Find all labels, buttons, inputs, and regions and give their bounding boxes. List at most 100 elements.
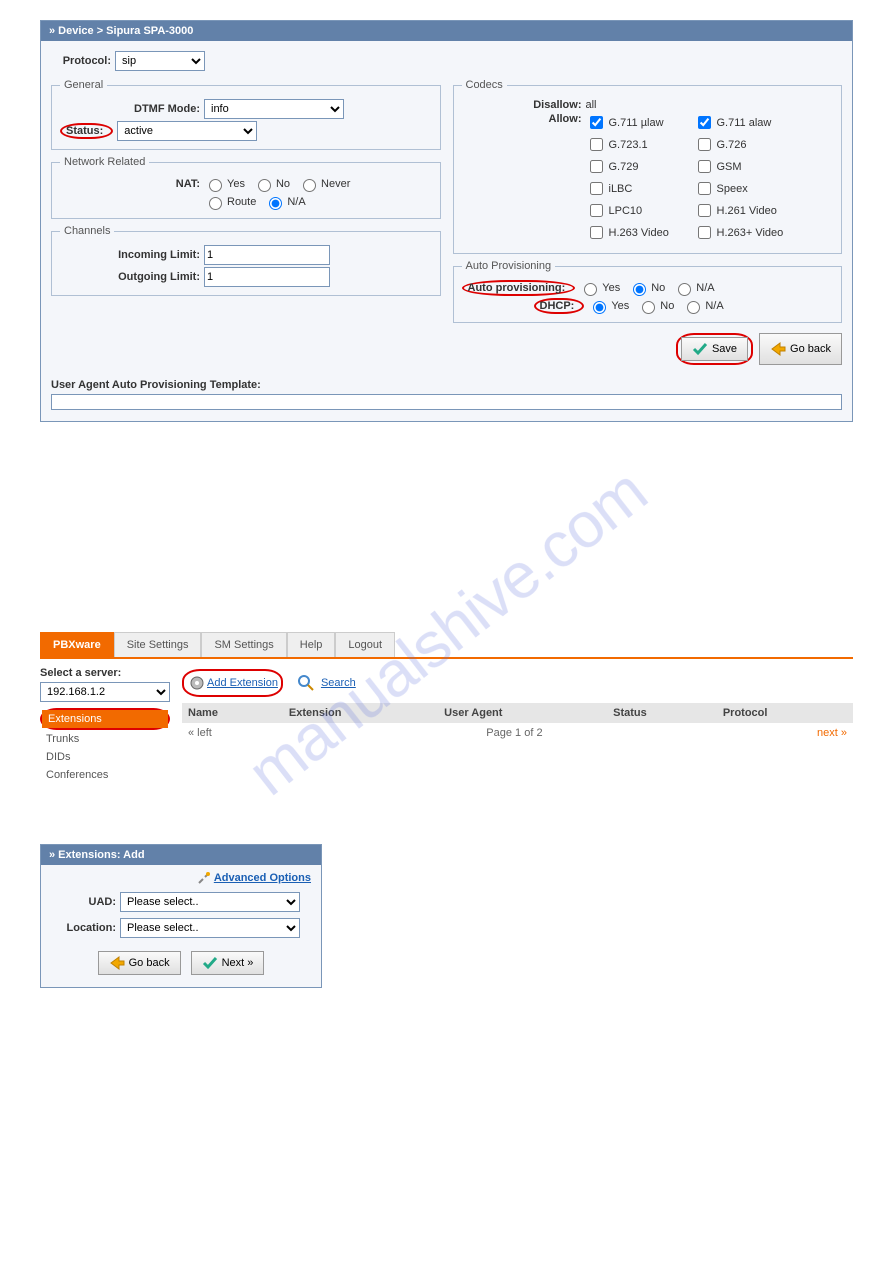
outlimit-label: Outgoing Limit: <box>60 271 204 283</box>
disallow-label: Disallow: <box>462 99 586 111</box>
codec-g711a-check[interactable] <box>698 116 711 129</box>
codec-h263-check[interactable] <box>590 226 603 239</box>
general-legend: General <box>60 79 107 91</box>
server-select[interactable]: 192.168.1.2 <box>40 682 170 702</box>
codec-g729-label: G.729 <box>609 161 639 173</box>
nat-na-radio[interactable] <box>269 197 282 210</box>
codec-h263p-check[interactable] <box>698 226 711 239</box>
inlimit-input[interactable] <box>204 245 330 265</box>
location-select[interactable]: Please select.. <box>120 918 300 938</box>
goback-button[interactable]: Go back <box>759 333 842 365</box>
nat-yes-radio[interactable] <box>209 179 222 192</box>
nat-route-radio[interactable] <box>209 197 222 210</box>
advanced-options-link[interactable]: Advanced Options <box>214 872 311 884</box>
save-button[interactable]: Save <box>681 337 748 361</box>
device-breadcrumb: » Device > Sipura SPA-3000 <box>41 21 852 41</box>
sidebar-item-extensions[interactable]: Extensions <box>42 710 168 728</box>
col-name: Name <box>182 703 283 723</box>
nat-yes-label: Yes <box>227 178 245 190</box>
location-label: Location: <box>51 922 120 934</box>
addext-highlight: Add Extension <box>182 669 283 697</box>
goback-label: Go back <box>790 343 831 355</box>
codec-ilbc-label: iLBC <box>609 183 633 195</box>
tab-site[interactable]: Site Settings <box>114 632 202 657</box>
save-highlight: Save <box>676 333 753 365</box>
main-content: Add Extension Search Name Extension User… <box>182 667 853 784</box>
codec-g7231-check[interactable] <box>590 138 603 151</box>
tab-logout[interactable]: Logout <box>335 632 395 657</box>
check-icon <box>692 341 708 357</box>
codecs-fieldset: Codecs Disallow: all Allow: G.711 µlaw G… <box>453 79 843 254</box>
pbxware-panel: PBXware Site Settings SM Settings Help L… <box>40 632 853 784</box>
extensions-table: Name Extension User Agent Status Protoco… <box>182 703 853 723</box>
dhcp-yes-radio[interactable] <box>593 301 606 314</box>
nat-never-radio[interactable] <box>303 179 316 192</box>
extadd-goback-button[interactable]: Go back <box>98 951 181 975</box>
codec-g726-label: G.726 <box>717 139 747 151</box>
dhcp-na-radio[interactable] <box>687 301 700 314</box>
disallow-value: all <box>586 99 597 111</box>
extadd-goback-label: Go back <box>129 957 170 969</box>
protocol-label: Protocol: <box>51 55 115 67</box>
tab-help[interactable]: Help <box>287 632 336 657</box>
codec-lpc10-check[interactable] <box>590 204 603 217</box>
dhcp-highlight: DHCP: <box>534 298 585 314</box>
allow-label: Allow: <box>462 113 586 125</box>
codec-speex-check[interactable] <box>698 182 711 195</box>
tab-pbxware[interactable]: PBXware <box>40 632 114 657</box>
ap-na-radio[interactable] <box>678 283 691 296</box>
outlimit-input[interactable] <box>204 267 330 287</box>
nat-label: NAT: <box>60 178 204 190</box>
codec-ilbc-check[interactable] <box>590 182 603 195</box>
channels-fieldset: Channels Incoming Limit: Outgoing Limit: <box>51 225 441 296</box>
network-fieldset: Network Related NAT: Yes No Never Route <box>51 156 441 219</box>
page-next[interactable]: next » <box>817 727 847 739</box>
nat-route-label: Route <box>227 196 256 208</box>
page-left[interactable]: « left <box>188 727 212 739</box>
sidebar-item-dids[interactable]: DIDs <box>40 748 170 766</box>
search-link[interactable]: Search <box>321 677 356 689</box>
nat-never-label: Never <box>321 178 350 190</box>
nat-no-label: No <box>276 178 290 190</box>
nat-no-radio[interactable] <box>258 179 271 192</box>
codecs-legend: Codecs <box>462 79 507 91</box>
codec-gsm-check[interactable] <box>698 160 711 173</box>
device-panel: » Device > Sipura SPA-3000 Protocol: sip… <box>40 20 853 422</box>
channels-legend: Channels <box>60 225 114 237</box>
codec-h261-check[interactable] <box>698 204 711 217</box>
status-select[interactable]: active <box>117 121 257 141</box>
codec-g711u-check[interactable] <box>590 116 603 129</box>
uaapt-textarea[interactable] <box>51 394 842 410</box>
tab-sm[interactable]: SM Settings <box>201 632 286 657</box>
sidebar-item-conferences[interactable]: Conferences <box>40 766 170 784</box>
ap-no-radio[interactable] <box>633 283 646 296</box>
col-ext: Extension <box>283 703 438 723</box>
dtmf-select[interactable]: info <box>204 99 344 119</box>
codec-speex-label: Speex <box>717 183 748 195</box>
codec-g729-check[interactable] <box>590 160 603 173</box>
codec-g726-check[interactable] <box>698 138 711 151</box>
col-ua: User Agent <box>438 703 607 723</box>
extadd-next-button[interactable]: Next » <box>191 951 265 975</box>
ap-yes-radio[interactable] <box>584 283 597 296</box>
dhcp-no-label: No <box>660 300 674 312</box>
autoprov-highlight: Auto provisioning: <box>462 280 576 296</box>
check-icon <box>202 955 218 971</box>
uaapt-label: User Agent Auto Provisioning Template: <box>51 379 842 391</box>
col-status: Status <box>607 703 717 723</box>
inlimit-label: Incoming Limit: <box>60 249 204 261</box>
arrow-left-icon <box>770 341 786 357</box>
extadd-next-label: Next » <box>222 957 254 969</box>
uad-select[interactable]: Please select.. <box>120 892 300 912</box>
sidebar-item-trunks[interactable]: Trunks <box>40 730 170 748</box>
ext-highlight: Extensions <box>40 708 170 730</box>
search-icon <box>297 674 315 692</box>
protocol-select[interactable]: sip <box>115 51 205 71</box>
add-extension-link[interactable]: Add Extension <box>207 677 278 689</box>
gear-icon <box>187 673 207 693</box>
dhcp-no-radio[interactable] <box>642 301 655 314</box>
ap-na-label: N/A <box>696 282 714 294</box>
network-legend: Network Related <box>60 156 149 168</box>
dhcp-na-label: N/A <box>705 300 723 312</box>
save-label: Save <box>712 343 737 355</box>
